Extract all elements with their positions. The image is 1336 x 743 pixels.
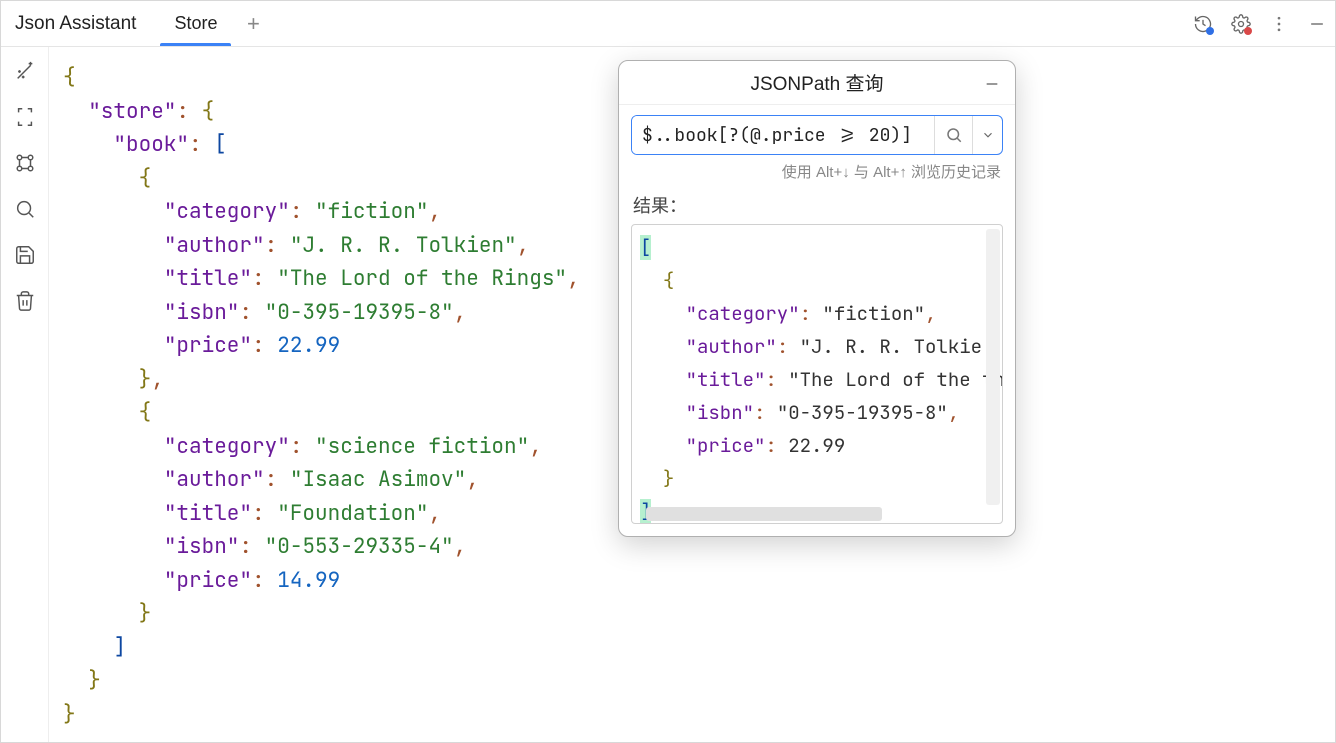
sidebar: [1, 47, 49, 742]
popup-hint: 使用 Alt+↓ 与 Alt+↑ 浏览历史记录: [619, 161, 1001, 182]
jsonpath-search-row: [631, 115, 1003, 155]
tab-label: Store: [174, 13, 217, 34]
search-icon[interactable]: [11, 195, 39, 223]
popup-minimize-button[interactable]: [981, 73, 1003, 95]
trash-icon[interactable]: [11, 287, 39, 315]
tab-add-button[interactable]: +: [237, 1, 269, 46]
scrollbar-vertical[interactable]: [986, 229, 1000, 505]
popup-header: JSONPath 查询: [619, 61, 1015, 105]
save-icon[interactable]: [11, 241, 39, 269]
app-title: Json Assistant: [15, 13, 136, 35]
settings-icon[interactable]: [1229, 12, 1253, 36]
minimize-icon[interactable]: [1305, 12, 1329, 36]
jsonpath-input[interactable]: [632, 116, 934, 154]
scrollbar-horizontal[interactable]: [646, 507, 882, 521]
history-icon[interactable]: [1191, 12, 1215, 36]
tabs: Store +: [154, 1, 269, 46]
jsonpath-search-button[interactable]: [934, 116, 972, 154]
jsonpath-history-dropdown[interactable]: [972, 116, 1002, 154]
tab-store[interactable]: Store: [154, 1, 237, 46]
badge-dot-icon: [1244, 27, 1252, 35]
popup-result-label: 结果：: [633, 192, 1001, 218]
popup-title: JSONPath 查询: [750, 69, 883, 96]
wand-icon[interactable]: [11, 57, 39, 85]
badge-dot-icon: [1206, 27, 1214, 35]
popup-result-view[interactable]: [ { "category": "fiction", "author": "J.…: [631, 224, 1003, 524]
more-icon[interactable]: [1267, 12, 1291, 36]
jsonpath-popup: JSONPath 查询 使用 Alt+↓ 与 Alt+↑ 浏览历史记录 结果： …: [618, 60, 1016, 537]
titlebar-actions: [1191, 12, 1329, 36]
titlebar: Json Assistant Store +: [1, 1, 1335, 47]
compress-icon[interactable]: [11, 103, 39, 131]
structure-icon[interactable]: [11, 149, 39, 177]
